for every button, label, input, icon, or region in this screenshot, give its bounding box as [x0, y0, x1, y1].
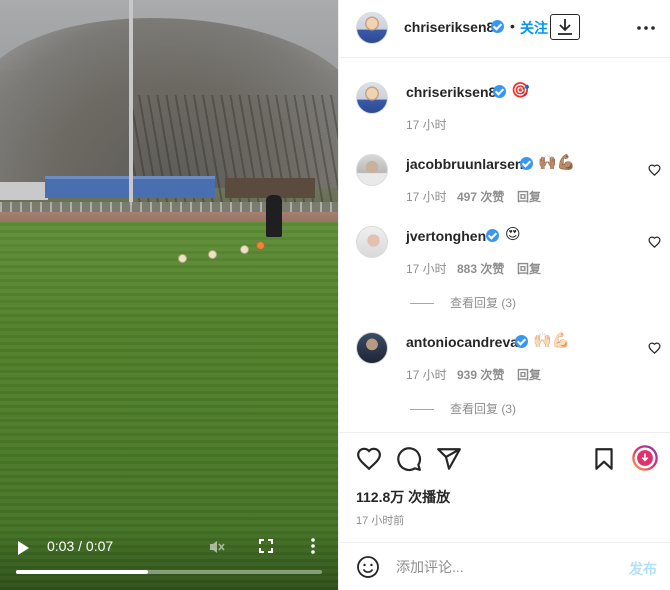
heart-icon[interactable] [648, 236, 661, 248]
reply-button[interactable]: 回复 [517, 188, 541, 205]
comment-emoji: 🙌🏽💪🏽 [538, 154, 576, 171]
video-ball [240, 245, 249, 254]
caption-username[interactable]: chriseriksen8 [406, 84, 496, 100]
comment-username[interactable]: jvertonghen [406, 228, 486, 244]
play-icon[interactable] [18, 541, 29, 555]
verified-icon [520, 157, 533, 170]
reel-icon[interactable] [632, 445, 658, 471]
reply-button[interactable]: 回复 [517, 366, 541, 383]
video-ball [178, 254, 187, 263]
comment-likes[interactable]: 939 次赞 [457, 366, 504, 383]
comment-icon[interactable] [396, 446, 422, 472]
more-vert-icon[interactable] [311, 537, 315, 555]
share-icon[interactable] [436, 446, 462, 472]
video-player-figure [266, 195, 282, 237]
emoji-icon[interactable] [356, 555, 380, 579]
download-icon [558, 19, 572, 35]
comment-time: 17 小时 [406, 190, 447, 204]
play-count[interactable]: 112.8万 次播放 [356, 487, 450, 507]
reply-button[interactable]: 回复 [517, 260, 541, 277]
fullscreen-icon[interactable] [259, 539, 273, 553]
video-ball [256, 241, 265, 250]
video-progress-fill [16, 570, 148, 574]
bookmark-icon[interactable] [591, 446, 617, 472]
heart-icon[interactable] [648, 342, 661, 354]
verified-icon [486, 229, 499, 242]
caption-emoji: 🎯 [511, 82, 530, 99]
follow-button[interactable]: 关注 [520, 18, 548, 38]
comment-input[interactable] [396, 557, 616, 577]
caption-time: 17 小时 [406, 118, 447, 132]
download-button[interactable] [550, 14, 580, 40]
avatar[interactable] [356, 82, 388, 114]
view-replies-button[interactable]: 查看回复 (3) [410, 294, 516, 311]
author-username[interactable]: chriseriksen8 [404, 19, 494, 35]
view-replies-button[interactable]: 查看回复 (3) [410, 400, 516, 417]
post-time[interactable]: 17 小时前 [356, 512, 404, 528]
heart-icon[interactable] [648, 164, 661, 176]
verified-icon [515, 335, 528, 348]
comment-likes[interactable]: 497 次赞 [457, 188, 504, 205]
avatar[interactable] [356, 154, 388, 186]
avatar[interactable] [356, 332, 388, 364]
comment-likes[interactable]: 883 次赞 [457, 260, 504, 277]
comment-username[interactable]: jacobbruunlarsen [406, 156, 523, 172]
publish-button[interactable]: 发布 [629, 559, 657, 579]
avatar[interactable] [356, 12, 388, 44]
comment-emoji: 😍 [505, 226, 521, 243]
video-progress-bar[interactable] [16, 570, 322, 574]
video-ball [208, 250, 217, 259]
video-time: 0:03 / 0:07 [47, 538, 114, 554]
video-fence [0, 202, 338, 212]
video-building [0, 182, 48, 200]
comment-emoji: 🙌🏻💪🏻 [533, 332, 571, 349]
post-panel: chriseriksen8 • 关注 chriseriksen8 🎯 17 小时… [338, 0, 670, 590]
more-icon[interactable] [637, 26, 655, 30]
verified-icon [491, 20, 504, 33]
post-header: chriseriksen8 • 关注 [339, 0, 670, 58]
video-player[interactable]: 0:03 / 0:07 [0, 0, 338, 590]
comment-time: 17 小时 [406, 262, 447, 276]
video-floodlight-pole [129, 0, 133, 205]
comment-username[interactable]: antoniocandreva [406, 334, 518, 350]
verified-icon [493, 85, 506, 98]
mute-icon[interactable] [208, 538, 226, 556]
separator-dot: • [510, 18, 515, 34]
avatar[interactable] [356, 226, 388, 258]
comments-list: chriseriksen8 🎯 17 小时 jacobbruunlarsen 🙌… [339, 58, 670, 432]
heart-icon[interactable] [356, 446, 382, 472]
comment-time: 17 小时 [406, 368, 447, 382]
